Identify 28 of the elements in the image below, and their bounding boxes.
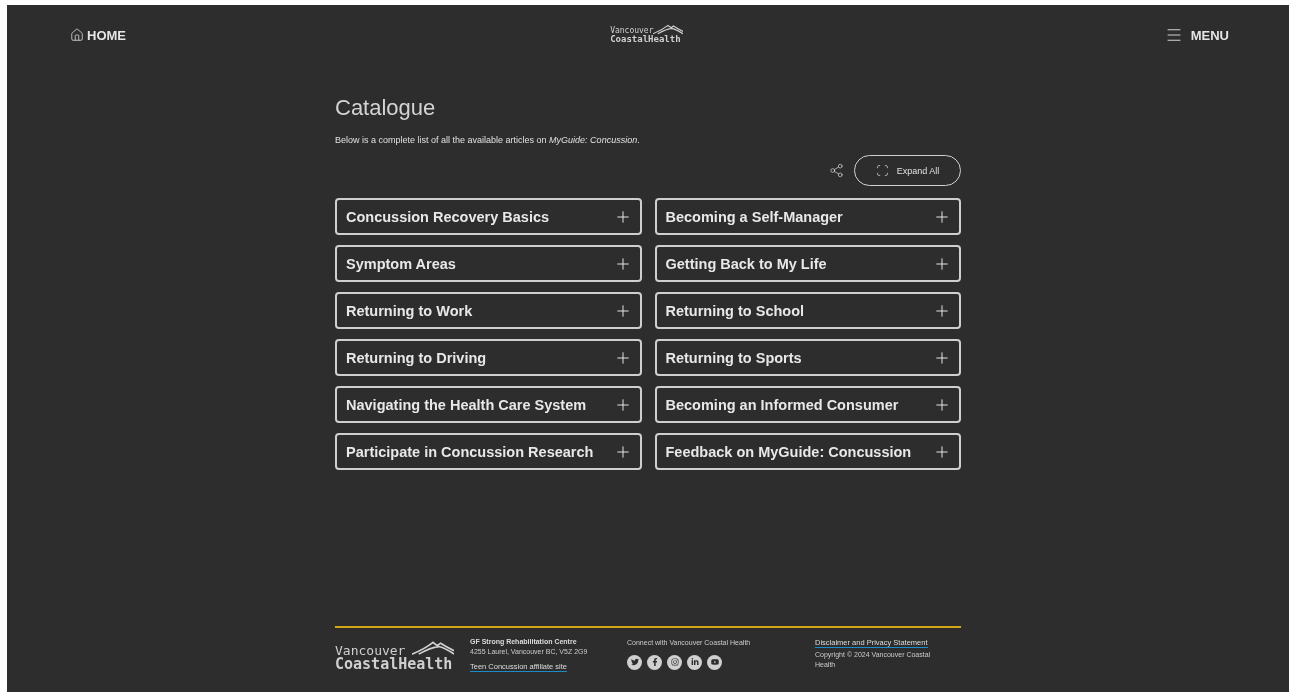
section-accordion[interactable]: Becoming an Informed Consumer bbox=[654, 386, 961, 423]
section-accordion[interactable]: Returning to School bbox=[654, 292, 961, 329]
menu-icon bbox=[1164, 26, 1183, 44]
section-accordion[interactable]: Becoming a Self-Manager bbox=[654, 198, 961, 235]
section-accordion[interactable]: Navigating the Health Care System bbox=[335, 386, 642, 423]
logo[interactable]: Vancouver CoastalHealth bbox=[610, 26, 681, 44]
expand-icon bbox=[875, 164, 889, 177]
section-accordion[interactable]: Getting Back to My Life bbox=[654, 245, 961, 282]
section-accordion[interactable]: Feedback on MyGuide: Concussion bbox=[654, 433, 961, 470]
section-accordion[interactable]: Participate in Concussion Research bbox=[335, 433, 642, 470]
home-link[interactable]: HOME bbox=[70, 27, 126, 43]
section-accordion[interactable]: Returning to Driving bbox=[335, 339, 642, 376]
share-icon[interactable] bbox=[829, 163, 844, 178]
section-accordion[interactable]: Returning to Sports bbox=[654, 339, 961, 376]
intro-text: Below is a complete list of all the available articles on MyGuide: Concussion. bbox=[335, 135, 641, 145]
menu-button[interactable]: MENU bbox=[1164, 26, 1229, 44]
section-accordion[interactable]: Symptom Areas bbox=[335, 245, 642, 282]
instagram-icon[interactable] bbox=[667, 654, 682, 670]
home-icon bbox=[70, 28, 84, 42]
section-accordion[interactable]: Returning to Work bbox=[335, 292, 642, 329]
twitter-icon[interactable] bbox=[627, 654, 642, 670]
section-accordion[interactable]: Concussion Recovery Basics bbox=[335, 198, 642, 235]
youtube-icon[interactable] bbox=[707, 654, 722, 670]
page-title: Catalogue bbox=[335, 95, 437, 121]
mountain-icon bbox=[652, 22, 683, 35]
facebook-icon[interactable] bbox=[647, 654, 662, 670]
linkedin-icon[interactable] bbox=[687, 654, 702, 670]
footer-logo[interactable]: Vancouver CoastalHealth bbox=[335, 644, 453, 672]
